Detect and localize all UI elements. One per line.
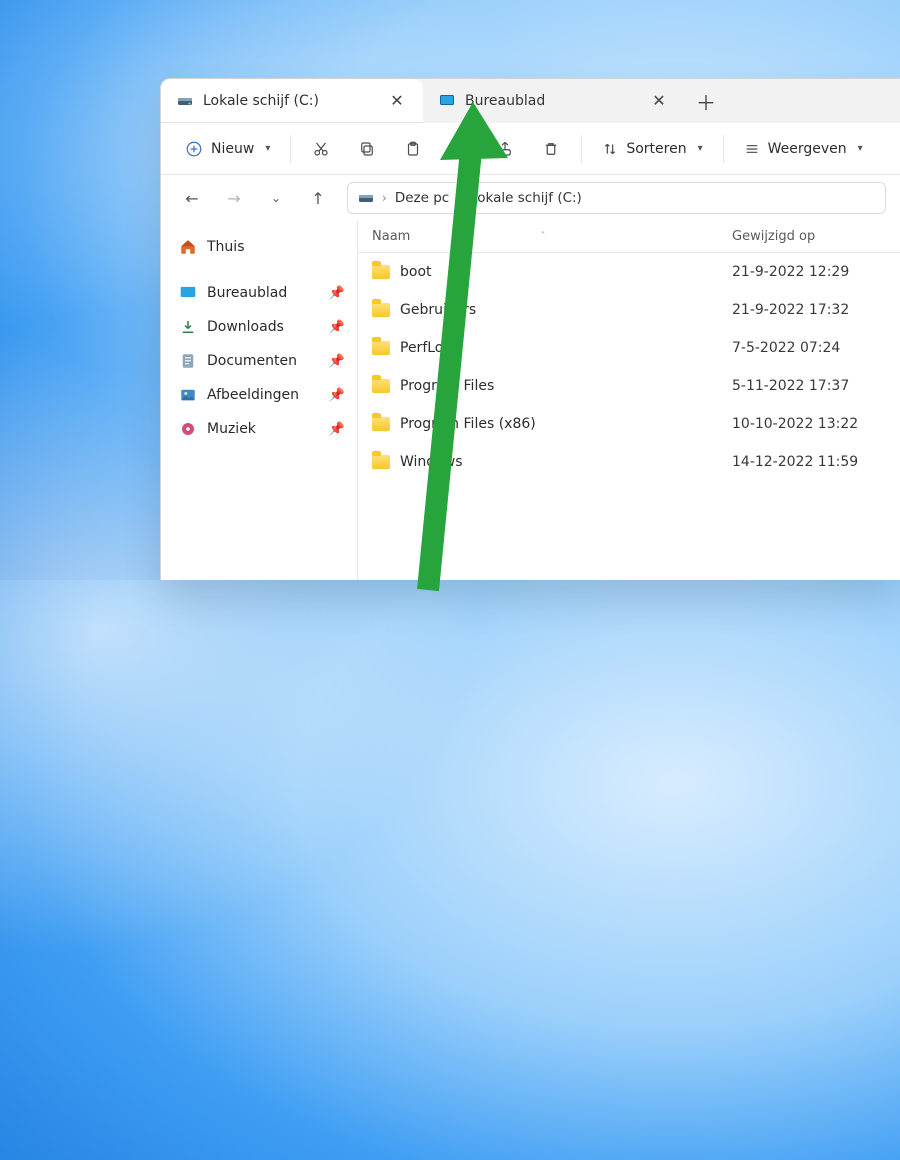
folder-icon xyxy=(372,303,390,317)
table-row[interactable]: Windows 14-12-2022 11:59 xyxy=(358,443,900,481)
nav-recent-button[interactable]: ⌄ xyxy=(259,181,293,215)
file-modified: 21-9-2022 17:32 xyxy=(718,302,900,318)
sidebar: Thuis Bureaublad 📌 Downloads 📌 Documente… xyxy=(161,221,357,580)
breadcrumb-seg[interactable]: Deze pc xyxy=(395,190,449,206)
paste-button[interactable] xyxy=(393,131,433,167)
copy-button[interactable] xyxy=(347,131,387,167)
pin-icon: 📌 xyxy=(329,320,345,335)
folder-icon xyxy=(372,379,390,393)
folder-icon xyxy=(372,417,390,431)
file-modified: 10-10-2022 13:22 xyxy=(718,416,900,432)
drive-icon xyxy=(177,93,193,109)
cut-button[interactable] xyxy=(301,131,341,167)
close-icon[interactable]: ✕ xyxy=(385,89,409,113)
document-icon xyxy=(179,352,197,370)
download-icon xyxy=(179,318,197,336)
col-name-label: Naam xyxy=(372,229,410,244)
file-modified: 14-12-2022 11:59 xyxy=(718,454,900,470)
file-name: PerfLogs xyxy=(400,340,460,356)
file-name: Windows xyxy=(400,454,463,470)
pin-icon: 📌 xyxy=(329,422,345,437)
nav-up-button[interactable]: ↑ xyxy=(301,181,335,215)
sidebar-item-home[interactable]: Thuis xyxy=(173,231,351,263)
delete-button[interactable] xyxy=(531,131,571,167)
tab-desktop[interactable]: Bureaublad ✕ xyxy=(423,79,685,123)
sidebar-item-music[interactable]: Muziek 📌 xyxy=(173,413,351,445)
nav-forward-button: → xyxy=(217,181,251,215)
sidebar-item-label: Bureaublad xyxy=(207,285,287,301)
table-row[interactable]: Gebruikers 21-9-2022 17:32 xyxy=(358,291,900,329)
desktop-icon xyxy=(439,93,455,109)
sidebar-item-documents[interactable]: Documenten 📌 xyxy=(173,345,351,377)
music-icon xyxy=(179,420,197,438)
sidebar-item-label: Muziek xyxy=(207,421,256,437)
new-label: Nieuw xyxy=(211,141,254,157)
tab-label: Lokale schijf (C:) xyxy=(203,93,335,109)
table-row[interactable]: Program Files 5-11-2022 17:37 xyxy=(358,367,900,405)
sidebar-item-downloads[interactable]: Downloads 📌 xyxy=(173,311,351,343)
file-name: Program Files xyxy=(400,378,494,394)
breadcrumb[interactable]: › Deze pc › Lokale schijf (C:) xyxy=(347,182,886,214)
home-icon xyxy=(179,238,197,256)
folder-icon xyxy=(372,341,390,355)
tab-bar: Lokale schijf (C:) ✕ Bureaublad ✕ ＋ xyxy=(161,79,900,123)
content-pane: Naam ˄ Gewijzigd op boot 21-9-2022 12:29 G… xyxy=(357,221,900,580)
pin-icon: 📌 xyxy=(329,354,345,369)
tab-local-disk[interactable]: Lokale schijf (C:) ✕ xyxy=(161,79,423,123)
sidebar-item-label: Thuis xyxy=(207,239,244,255)
view-button[interactable]: Weergeven ▾ xyxy=(734,131,873,167)
file-modified: 7-5-2022 07:24 xyxy=(718,340,900,356)
file-list: boot 21-9-2022 12:29 Gebruikers 21-9-2022 1… xyxy=(358,253,900,580)
sidebar-item-label: Documenten xyxy=(207,353,297,369)
rename-button[interactable] xyxy=(439,131,479,167)
new-tab-button[interactable]: ＋ xyxy=(685,87,727,116)
table-row[interactable]: boot 21-9-2022 12:29 xyxy=(358,253,900,291)
chevron-right-icon: › xyxy=(457,191,462,205)
sort-label: Sorteren xyxy=(626,141,686,157)
pin-icon: 📌 xyxy=(329,388,345,403)
new-button[interactable]: Nieuw ▾ xyxy=(175,131,280,167)
explorer-window: Lokale schijf (C:) ✕ Bureaublad ✕ ＋ Nieu… xyxy=(160,78,900,580)
pin-icon: 📌 xyxy=(329,286,345,301)
sidebar-item-pictures[interactable]: Afbeeldingen 📌 xyxy=(173,379,351,411)
file-name: Program Files (x86) xyxy=(400,416,536,432)
view-label: Weergeven xyxy=(768,141,847,157)
chevron-right-icon: › xyxy=(382,191,387,205)
sidebar-item-label: Downloads xyxy=(207,319,284,335)
sidebar-item-label: Afbeeldingen xyxy=(207,387,299,403)
drive-icon xyxy=(358,190,374,206)
folder-icon xyxy=(372,455,390,469)
file-name: Gebruikers xyxy=(400,302,476,318)
desktop-icon xyxy=(179,284,197,302)
column-header[interactable]: Naam ˄ Gewijzigd op xyxy=(358,221,900,253)
sidebar-item-desktop[interactable]: Bureaublad 📌 xyxy=(173,277,351,309)
sort-asc-icon: ˄ xyxy=(540,231,545,242)
tab-label: Bureaublad xyxy=(465,93,597,109)
file-name: boot xyxy=(400,264,432,280)
file-modified: 5-11-2022 17:37 xyxy=(718,378,900,394)
sort-button[interactable]: Sorteren ▾ xyxy=(592,131,712,167)
address-bar-row: ← → ⌄ ↑ › Deze pc › Lokale schijf (C:) xyxy=(161,175,900,221)
table-row[interactable]: Program Files (x86) 10-10-2022 13:22 xyxy=(358,405,900,443)
toolbar: Nieuw ▾ Sorteren ▾ Weergeven ▾ xyxy=(161,123,900,175)
pictures-icon xyxy=(179,386,197,404)
col-modified-label: Gewijzigd op xyxy=(732,229,815,244)
table-row[interactable]: PerfLogs 7-5-2022 07:24 xyxy=(358,329,900,367)
breadcrumb-seg[interactable]: Lokale schijf (C:) xyxy=(470,190,582,206)
share-button[interactable] xyxy=(485,131,525,167)
file-modified: 21-9-2022 12:29 xyxy=(718,264,900,280)
folder-icon xyxy=(372,265,390,279)
close-icon[interactable]: ✕ xyxy=(647,89,671,113)
nav-back-button[interactable]: ← xyxy=(175,181,209,215)
